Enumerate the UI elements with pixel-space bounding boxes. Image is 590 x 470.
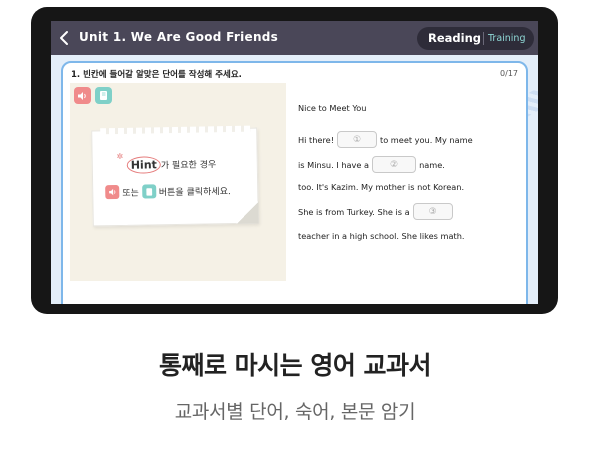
passage-title: Nice to Meet You	[298, 103, 367, 113]
exercise-card: 1. 빈칸에 들어갈 알맞은 단어를 작성해 주세요. 0/17 ✲ Hint …	[61, 61, 528, 304]
book-icon	[141, 184, 156, 199]
exercise-instruction: 1. 빈칸에 들어갈 알맞은 단어를 작성해 주세요.	[71, 70, 242, 80]
hint-word: Hint	[126, 156, 162, 174]
mode-training-tab[interactable]: Training	[488, 33, 526, 44]
passage-text: is Minsu. I have a	[298, 159, 370, 170]
content-area: 1. 빈칸에 들어갈 알맞은 단어를 작성해 주세요. 0/17 ✲ Hint …	[51, 55, 538, 304]
note-tape	[100, 125, 251, 135]
sparkle-icon: ✲	[116, 151, 124, 162]
speaker-icon	[105, 184, 120, 200]
passage-text: She is from Turkey. She is a	[298, 206, 410, 217]
passage-text: too. It's Kazim. My mother is not Korean…	[298, 182, 465, 192]
passage-text: name.	[419, 159, 445, 170]
app-screen: Unit 1. We Are Good Friends Reading Trai…	[51, 21, 538, 304]
blank-input-2[interactable]: ②	[372, 156, 417, 173]
book-button[interactable]	[95, 87, 112, 104]
tablet-frame: Unit 1. We Are Good Friends Reading Trai…	[31, 7, 558, 314]
hint-line-1: Hint 가 필요한 경우	[126, 156, 217, 174]
passage-line-5: teacher in a high school. She likes math…	[298, 231, 464, 241]
hint-panel: ✲ Hint 가 필요한 경우 또는 버튼을 클릭하세요.	[70, 83, 286, 281]
mode-switcher: Reading Training	[417, 27, 534, 50]
hint-or-text: 또는	[122, 188, 139, 199]
unit-title: Unit 1. We Are Good Friends	[79, 30, 279, 44]
marketing-subline: 교과서별 단어, 숙어, 본문 암기	[174, 401, 416, 423]
sound-button[interactable]	[74, 87, 91, 104]
blank-input-1[interactable]: ①	[336, 131, 377, 148]
hint-line-1-text: 가 필요한 경우	[160, 160, 217, 172]
passage-line-3: too. It's Kazim. My mother is not Korean…	[298, 182, 464, 192]
back-button[interactable]	[53, 25, 75, 51]
progress-counter: 0/17	[500, 69, 518, 78]
hint-note: ✲ Hint 가 필요한 경우 또는 버튼을 클릭하세요.	[91, 125, 259, 227]
passage-text: Hi there!	[298, 134, 334, 145]
mode-reading-tab[interactable]: Reading	[428, 31, 481, 45]
hint-line-2-text: 버튼을 클릭하세요.	[158, 186, 231, 198]
passage-line-2: is Minsu. I have a ② name.	[298, 156, 445, 173]
passage-line-4: She is from Turkey. She is a ③	[298, 203, 456, 220]
hint-line-2: 또는 버튼을 클릭하세요.	[105, 183, 231, 200]
passage-line-1: Hi there! ① to meet you. My name	[298, 131, 473, 148]
blank-input-3[interactable]: ③	[412, 203, 453, 220]
passage-text: teacher in a high school. She likes math…	[298, 231, 465, 241]
book-icon	[100, 91, 107, 100]
chevron-left-icon	[60, 31, 68, 45]
top-bar: Unit 1. We Are Good Friends Reading Trai…	[51, 21, 538, 55]
speaker-icon	[78, 91, 86, 100]
mode-divider	[483, 32, 484, 45]
passage-text: to meet you. My name	[379, 134, 473, 145]
page-curl	[236, 201, 259, 224]
marketing-headline: 통째로 마시는 영어 교과서	[158, 351, 432, 380]
